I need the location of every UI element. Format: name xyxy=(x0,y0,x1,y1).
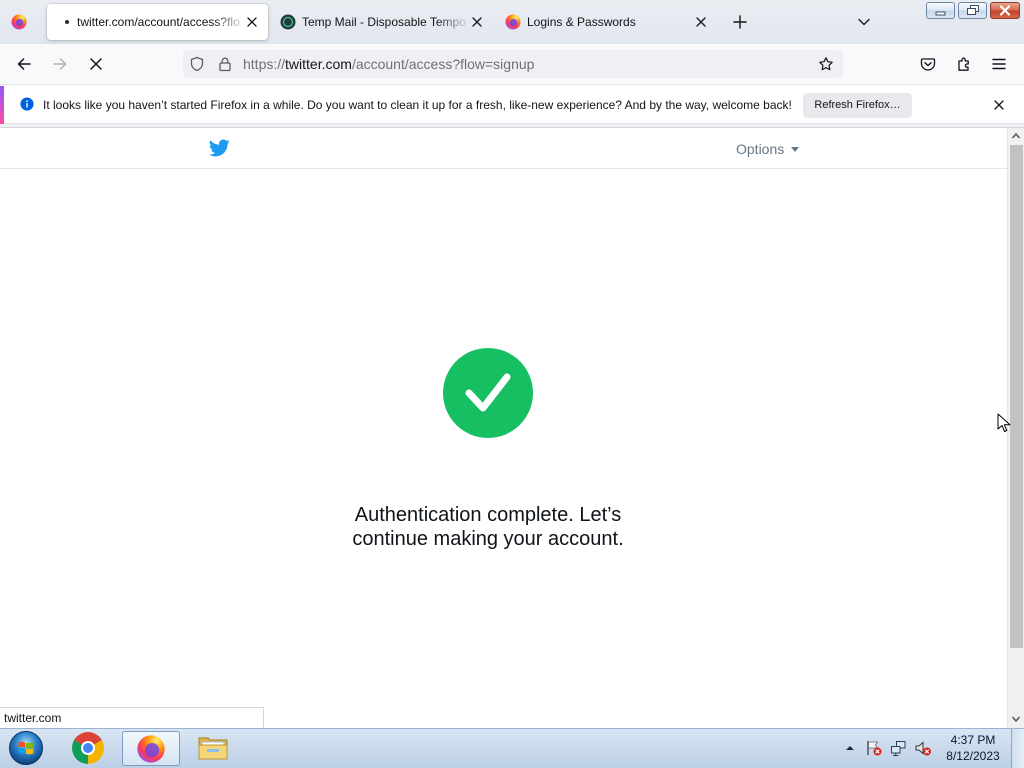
tab-title: Temp Mail - Disposable Tempo xyxy=(302,15,466,29)
tab-close-icon[interactable] xyxy=(247,17,257,27)
tab-close-icon[interactable] xyxy=(472,17,482,27)
close-icon xyxy=(999,5,1011,16)
notification-close-icon[interactable] xyxy=(994,100,1004,110)
mouse-cursor-icon xyxy=(997,413,1011,433)
tab-title: twitter.com/account/access?flo xyxy=(77,15,240,29)
tab-logins-passwords[interactable]: Logins & Passwords xyxy=(497,4,718,40)
volume-muted-icon[interactable] xyxy=(914,739,932,757)
url-text[interactable]: https://twitter.com/account/access?flow=… xyxy=(243,50,534,78)
authentication-complete-message: Authentication complete. Let’s continue … xyxy=(352,504,624,550)
tab-strip: twitter.com/account/access?flo Temp Mail… xyxy=(0,0,1024,44)
temp-mail-favicon-icon xyxy=(280,14,296,30)
refresh-firefox-notification: It looks like you haven’t started Firefo… xyxy=(0,86,1024,124)
twitter-bird-logo-icon[interactable] xyxy=(208,137,230,159)
refresh-firefox-button[interactable]: Refresh Firefox… xyxy=(803,93,912,118)
system-clock[interactable]: 4:37 PM 8/12/2023 xyxy=(943,732,1003,764)
firefox-favicon-icon xyxy=(505,14,521,30)
list-all-tabs-chevron-down-icon[interactable] xyxy=(857,15,871,29)
action-center-flag-icon[interactable] xyxy=(865,739,883,757)
show-desktop-button[interactable] xyxy=(1011,729,1024,768)
window-minimize-button[interactable] xyxy=(926,2,955,19)
tab-close-icon[interactable] xyxy=(696,17,706,27)
scroll-down-arrow-icon[interactable] xyxy=(1011,714,1021,724)
tab-loading-dot-icon xyxy=(65,20,69,24)
status-panel: twitter.com xyxy=(0,707,264,728)
options-label: Options xyxy=(736,141,785,157)
window-close-button[interactable] xyxy=(990,2,1020,19)
scroll-up-arrow-icon[interactable] xyxy=(1011,131,1021,141)
url-host: twitter.com xyxy=(285,56,352,72)
scrollbar-thumb[interactable] xyxy=(1010,145,1023,648)
lock-icon[interactable] xyxy=(217,56,233,72)
start-orb-icon[interactable] xyxy=(8,730,44,766)
tab-twitter[interactable]: twitter.com/account/access?flo xyxy=(47,4,268,40)
restore-icon xyxy=(967,5,979,15)
url-scheme: https:// xyxy=(243,56,286,72)
success-check-icon xyxy=(443,348,533,438)
tab-temp-mail[interactable]: Temp Mail - Disposable Tempo xyxy=(272,4,492,40)
page-header: Options xyxy=(0,128,1007,169)
show-hidden-icons-icon[interactable] xyxy=(845,743,855,753)
notification-accent-stripe xyxy=(0,86,4,124)
window-restore-button[interactable] xyxy=(958,2,987,19)
url-path: /account/access?flow=signup xyxy=(351,56,535,72)
tracking-shield-icon[interactable] xyxy=(189,56,205,72)
chrome-icon-center xyxy=(81,741,95,755)
windows-taskbar: 4:37 PM 8/12/2023 xyxy=(0,728,1024,768)
bookmark-star-icon[interactable] xyxy=(818,56,834,72)
page-content: Options Authentication complete. Let’s c… xyxy=(0,128,1007,728)
new-tab-plus-icon[interactable] xyxy=(733,15,747,29)
stop-icon[interactable] xyxy=(88,56,104,72)
firefox-taskbar-button[interactable] xyxy=(122,731,180,766)
info-icon xyxy=(20,97,34,111)
firefox-view-icon[interactable] xyxy=(11,14,27,30)
menu-icon[interactable] xyxy=(991,56,1007,72)
notification-message: It looks like you haven’t started Firefo… xyxy=(43,98,792,112)
tab-title: Logins & Passwords xyxy=(527,15,636,29)
options-dropdown[interactable]: Options xyxy=(736,139,784,159)
firefox-icon xyxy=(136,734,166,764)
back-icon[interactable] xyxy=(16,56,32,72)
navigation-toolbar: https://twitter.com/account/access?flow=… xyxy=(0,44,1024,85)
forward-icon[interactable] xyxy=(52,56,68,72)
chrome-icon[interactable] xyxy=(72,732,104,764)
extensions-icon[interactable] xyxy=(956,56,972,72)
caret-down-icon[interactable] xyxy=(791,147,799,152)
network-icon[interactable] xyxy=(889,739,907,757)
minimize-icon xyxy=(935,11,946,16)
pocket-icon[interactable] xyxy=(920,56,936,72)
file-explorer-icon[interactable] xyxy=(197,733,229,763)
url-bar[interactable]: https://twitter.com/account/access?flow=… xyxy=(183,50,843,78)
clock-date: 8/12/2023 xyxy=(946,749,1000,763)
clock-time: 4:37 PM xyxy=(950,733,996,747)
